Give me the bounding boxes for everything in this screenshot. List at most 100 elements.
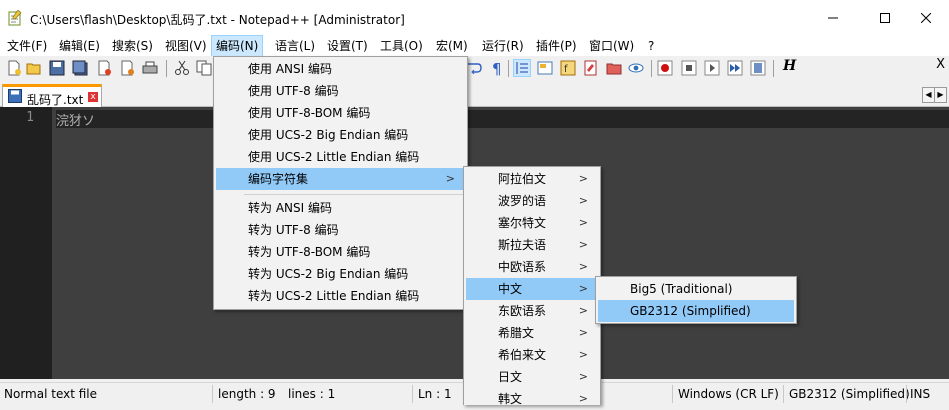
menu-help[interactable]: ?	[644, 36, 658, 56]
saved-file-icon	[8, 89, 22, 103]
play-macro-icon[interactable]	[704, 60, 720, 76]
menu-search[interactable]: 搜索(S)	[108, 36, 157, 56]
macro-h-icon[interactable]: H	[783, 58, 796, 74]
play-multiple-macro-icon[interactable]	[727, 60, 743, 76]
menu-item-arabic[interactable]: 阿拉伯文 >	[466, 168, 598, 190]
submenu-arrow-icon: >	[578, 216, 588, 229]
menu-item-eastern-european[interactable]: 东欧语系 >	[466, 300, 598, 322]
menu-bar: 文件(F) 编辑(E) 搜索(S) 视图(V) 编码(N) 语言(L) 设置(T…	[0, 35, 949, 57]
tab-file[interactable]: 乱码了.txt x	[2, 84, 102, 107]
status-separator	[212, 385, 213, 403]
menu-item-label: 编码字符集	[248, 172, 309, 186]
close-all-icon[interactable]	[119, 60, 135, 76]
menu-file[interactable]: 文件(F)	[3, 36, 51, 56]
tab-scroll-right-icon[interactable]: ▶	[934, 87, 947, 103]
menu-item-gb2312[interactable]: GB2312 (Simplified)	[598, 300, 794, 322]
record-macro-icon[interactable]	[657, 60, 673, 76]
status-file-type: Normal text file	[4, 387, 98, 401]
save-macro-icon[interactable]	[750, 60, 766, 76]
save-icon[interactable]	[49, 60, 65, 76]
menu-settings[interactable]: 设置(T)	[323, 36, 372, 56]
menu-item-baltic[interactable]: 波罗的语 >	[466, 190, 598, 212]
menu-item-label: 转为 UCS-2 Little Endian 编码	[248, 289, 420, 303]
submenu-arrow-icon: >	[578, 392, 588, 405]
menu-item-big5[interactable]: Big5 (Traditional)	[598, 278, 794, 300]
tab-close-icon[interactable]: x	[88, 92, 98, 102]
menu-item-label: 中欧语系	[498, 260, 547, 274]
menu-item-character-sets[interactable]: 编码字符集 >	[216, 168, 465, 190]
menu-item-japanese[interactable]: 日文 >	[466, 366, 598, 388]
menu-item-cyrillic[interactable]: 斯拉夫语 >	[466, 234, 598, 256]
menu-item-celtic[interactable]: 塞尔特文 >	[466, 212, 598, 234]
new-file-icon[interactable]	[6, 60, 22, 76]
menu-item-convert-utf8-bom[interactable]: 转为 UTF-8-BOM 编码	[216, 241, 465, 263]
menu-item-convert-ucs2-be[interactable]: 转为 UCS-2 Big Endian 编码	[216, 263, 465, 285]
editor-line-text[interactable]: 浣犲ソ	[56, 110, 95, 129]
menu-run[interactable]: 运行(R)	[478, 36, 528, 56]
submenu-arrow-icon: >	[578, 282, 588, 295]
function-list-icon[interactable]: f	[560, 60, 576, 76]
toolbar-close-x[interactable]: X	[936, 57, 945, 72]
menu-item-label: 转为 UTF-8-BOM 编码	[248, 245, 371, 259]
menu-item-convert-utf8[interactable]: 转为 UTF-8 编码	[216, 219, 465, 241]
menu-plugins[interactable]: 插件(P)	[532, 36, 581, 56]
status-encoding: GB2312 (Simplified)	[789, 387, 910, 401]
menu-item-hebrew[interactable]: 希伯来文 >	[466, 344, 598, 366]
word-wrap-icon[interactable]	[466, 60, 482, 76]
maximize-icon	[880, 13, 890, 23]
status-separator	[906, 385, 907, 403]
cut-icon[interactable]	[174, 60, 190, 76]
submenu-arrow-icon: >	[445, 172, 455, 185]
menu-item-chinese[interactable]: 中文 >	[466, 278, 598, 300]
monitor-eye-icon[interactable]	[628, 60, 644, 76]
menu-item-label: 使用 UTF-8-BOM 编码	[248, 106, 371, 120]
menu-item-greek[interactable]: 希腊文 >	[466, 322, 598, 344]
menu-macro[interactable]: 宏(M)	[432, 36, 472, 56]
line-number: 1	[26, 110, 34, 125]
stop-macro-icon[interactable]	[681, 60, 697, 76]
menu-encoding[interactable]: 编码(N)	[210, 35, 264, 57]
menu-separator	[244, 194, 463, 195]
menu-item-use-ucs2-le[interactable]: 使用 UCS-2 Little Endian 编码	[216, 146, 465, 168]
notepad-app-icon	[8, 10, 22, 26]
submenu-arrow-icon: >	[578, 304, 588, 317]
close-window-button[interactable]	[903, 0, 949, 36]
menu-item-use-utf8-bom[interactable]: 使用 UTF-8-BOM 编码	[216, 102, 465, 124]
menu-item-korean[interactable]: 韩文 >	[466, 388, 598, 410]
minimize-icon	[828, 17, 838, 19]
folder-workspace-icon[interactable]	[583, 60, 599, 76]
menu-item-central-european[interactable]: 中欧语系 >	[466, 256, 598, 278]
save-all-icon[interactable]	[72, 60, 88, 76]
menu-item-use-utf8[interactable]: 使用 UTF-8 编码	[216, 80, 465, 102]
close-file-icon[interactable]	[96, 60, 112, 76]
menu-item-label: 塞尔特文	[498, 216, 547, 230]
chinese-submenu: Big5 (Traditional) GB2312 (Simplified)	[595, 276, 797, 324]
submenu-arrow-icon: >	[578, 370, 588, 383]
menu-item-use-ansi[interactable]: 使用 ANSI 编码	[216, 58, 465, 80]
encoding-menu: 使用 ANSI 编码 使用 UTF-8 编码 使用 UTF-8-BOM 编码 使…	[213, 56, 468, 310]
maximize-button[interactable]	[862, 0, 908, 36]
menu-item-label: GB2312 (Simplified)	[630, 304, 751, 318]
menu-window[interactable]: 窗口(W)	[585, 36, 638, 56]
toolbar: ¶ f H X	[0, 56, 949, 80]
menu-item-label: 希伯来文	[498, 348, 547, 362]
show-all-chars-icon[interactable]: ¶	[489, 60, 505, 76]
svg-text:¶: ¶	[492, 60, 502, 76]
menu-view[interactable]: 视图(V)	[161, 36, 211, 56]
title-bar: C:\Users\flash\Desktop\乱码了.txt - Notepad…	[0, 0, 949, 36]
folder-icon[interactable]	[606, 60, 622, 76]
copy-icon[interactable]	[196, 60, 212, 76]
menu-item-label: 转为 UCS-2 Big Endian 编码	[248, 267, 409, 281]
minimize-button[interactable]	[810, 0, 856, 36]
menu-item-use-ucs2-be[interactable]: 使用 UCS-2 Big Endian 编码	[216, 124, 465, 146]
menu-item-convert-ucs2-le[interactable]: 转为 UCS-2 Little Endian 编码	[216, 285, 465, 307]
menu-edit[interactable]: 编辑(E)	[55, 36, 104, 56]
menu-item-convert-ansi[interactable]: 转为 ANSI 编码	[216, 197, 465, 219]
print-icon[interactable]	[142, 60, 158, 76]
menu-item-label: 转为 UTF-8 编码	[248, 223, 339, 237]
menu-tools[interactable]: 工具(O)	[376, 36, 427, 56]
open-file-icon[interactable]	[26, 60, 42, 76]
doc-map-icon[interactable]	[537, 60, 553, 76]
menu-language[interactable]: 语言(L)	[271, 36, 319, 56]
indent-guide-icon[interactable]	[513, 59, 531, 77]
